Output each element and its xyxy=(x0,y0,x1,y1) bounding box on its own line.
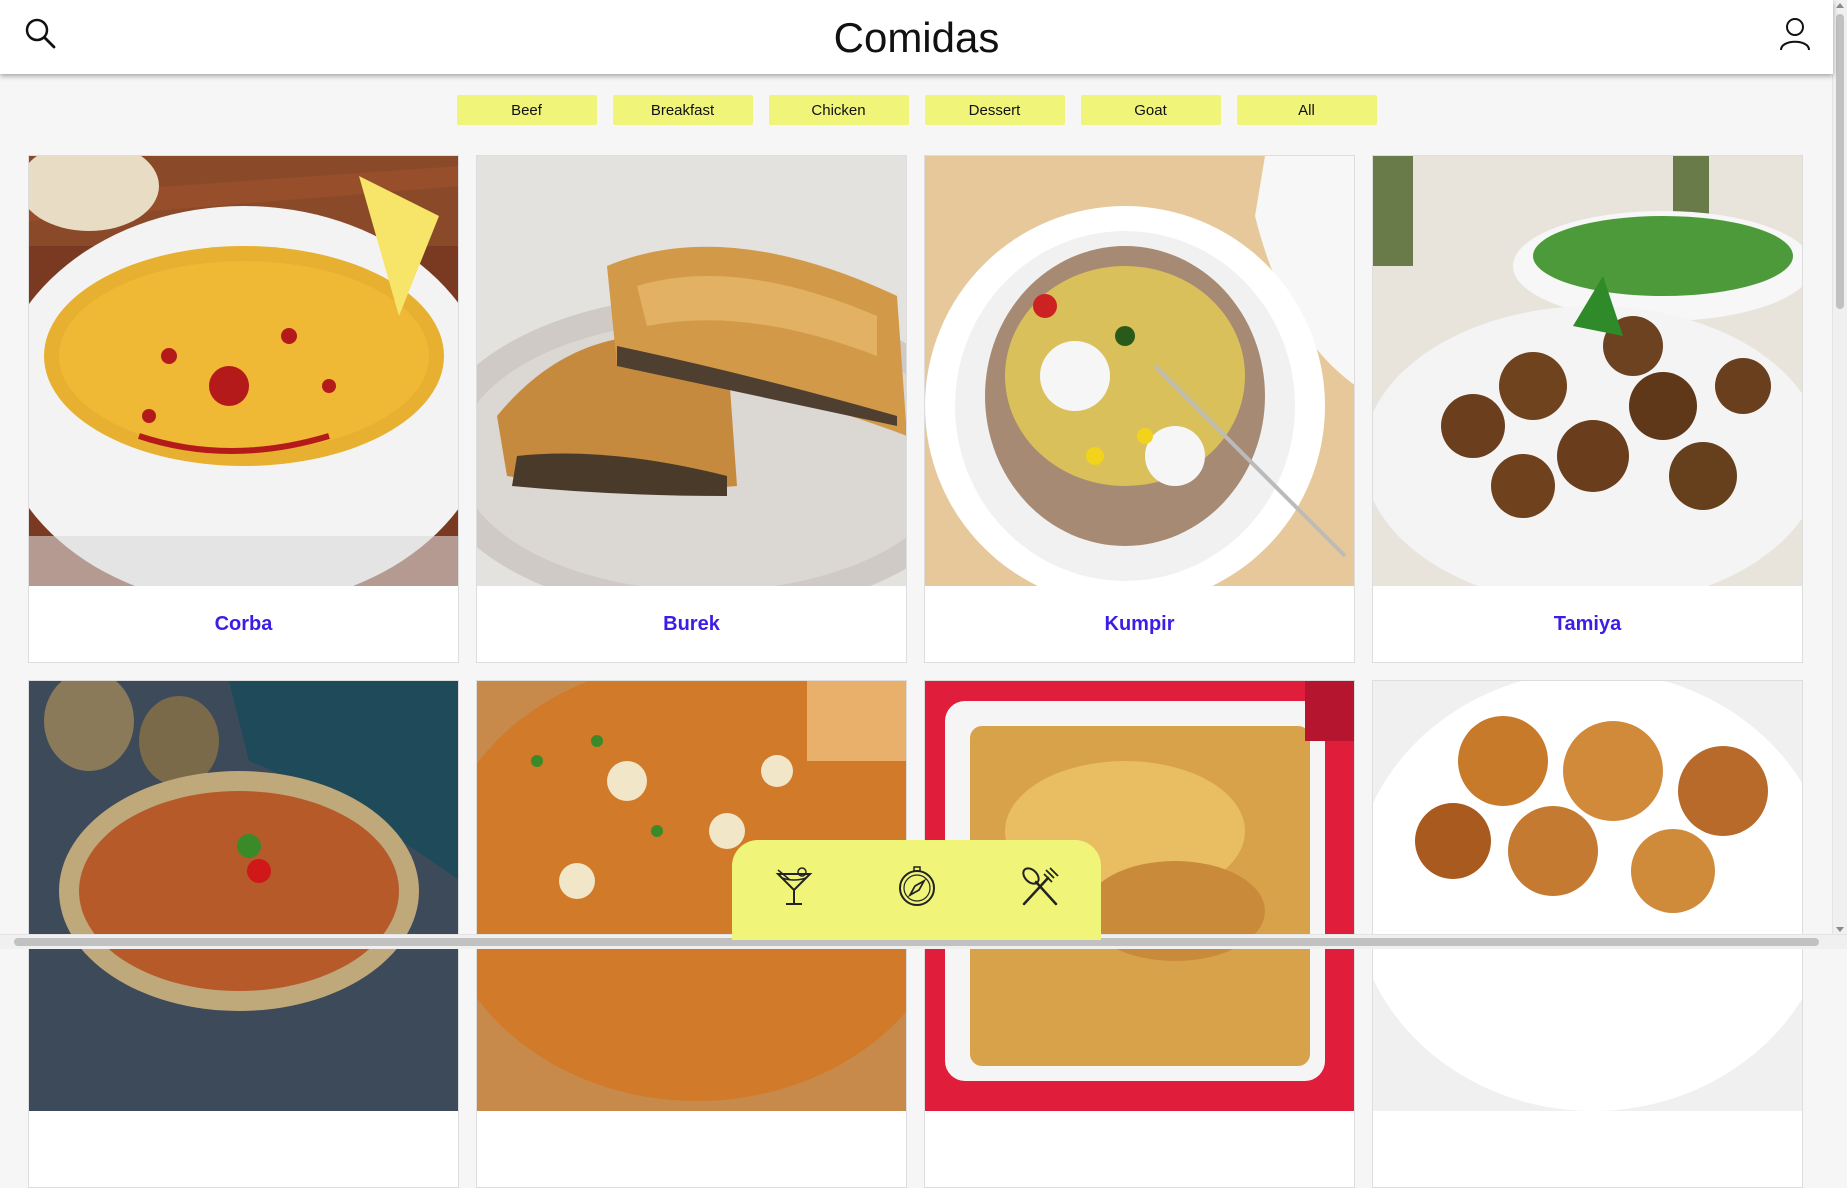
scroll-thumb[interactable] xyxy=(1836,14,1844,309)
meal-image[interactable] xyxy=(477,156,906,586)
meal-title[interactable] xyxy=(477,1111,906,1187)
vertical-scrollbar[interactable] xyxy=(1832,0,1847,935)
fork-spoon-icon xyxy=(1021,867,1059,906)
category-filters: Beef Breakfast Chicken Dessert Goat All xyxy=(0,95,1833,125)
filter-dessert-button[interactable]: Dessert xyxy=(924,95,1065,125)
cocktail-icon xyxy=(775,867,812,905)
user-icon xyxy=(1780,18,1810,51)
filter-all-button[interactable]: All xyxy=(1236,95,1377,125)
meal-grid: Corba Burek Kumpir Tamiya xyxy=(28,155,1805,1188)
filter-goat-button[interactable]: Goat xyxy=(1080,95,1221,125)
compass-icon xyxy=(898,866,935,906)
app-header: Comidas xyxy=(0,0,1833,74)
profile-button[interactable] xyxy=(1779,17,1819,57)
meal-image[interactable] xyxy=(1373,156,1802,586)
filter-breakfast-button[interactable]: Breakfast xyxy=(612,95,753,125)
scroll-down-arrow[interactable] xyxy=(1836,927,1844,932)
meal-image[interactable] xyxy=(29,156,458,586)
meal-image[interactable] xyxy=(29,681,458,1111)
meal-card[interactable]: Tamiya xyxy=(1372,155,1803,663)
page-title: Comidas xyxy=(833,14,1000,61)
meal-title[interactable] xyxy=(29,1111,458,1187)
meal-image[interactable] xyxy=(925,156,1354,586)
meal-title[interactable] xyxy=(1373,1111,1802,1187)
bottom-navigation xyxy=(732,840,1101,940)
meals-nav-button[interactable] xyxy=(1018,864,1062,908)
meal-card[interactable]: Corba xyxy=(28,155,459,663)
meal-title[interactable]: Corba xyxy=(29,586,458,662)
scroll-up-arrow[interactable] xyxy=(1836,3,1844,8)
meal-card[interactable]: Burek xyxy=(476,155,907,663)
meal-title[interactable] xyxy=(925,1111,1354,1187)
drinks-nav-button[interactable] xyxy=(772,864,816,908)
meal-card[interactable]: Kumpir xyxy=(924,155,1355,663)
meal-image[interactable] xyxy=(1373,681,1802,1111)
meal-title[interactable]: Tamiya xyxy=(1373,586,1802,662)
meal-title[interactable]: Kumpir xyxy=(925,586,1354,662)
explore-nav-button[interactable] xyxy=(895,864,939,908)
filter-chicken-button[interactable]: Chicken xyxy=(768,95,909,125)
meal-title[interactable]: Burek xyxy=(477,586,906,662)
filter-beef-button[interactable]: Beef xyxy=(456,95,597,125)
